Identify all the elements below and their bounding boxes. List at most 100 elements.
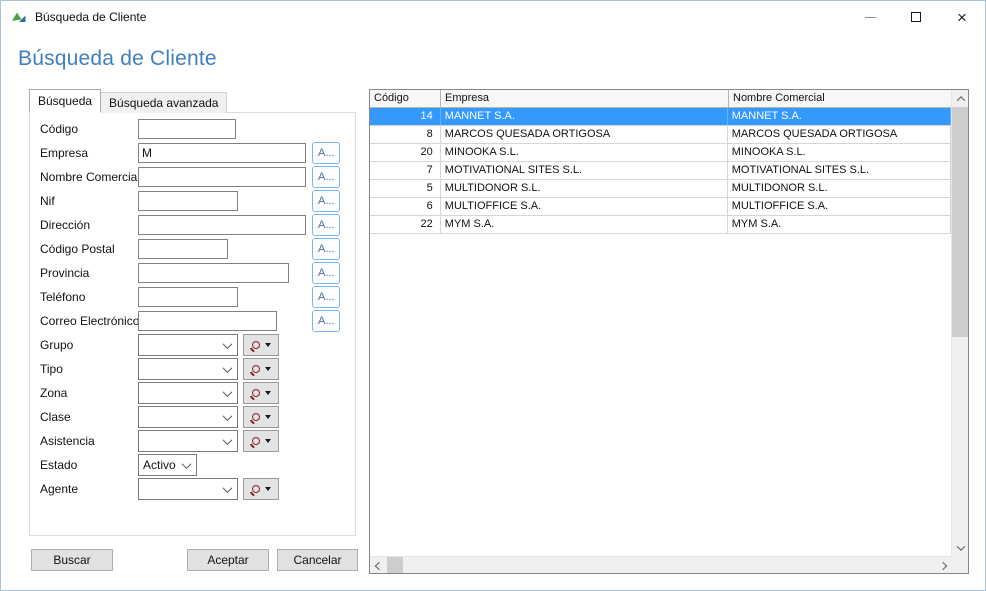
chevron-down-icon (223, 339, 233, 349)
scroll-up-button[interactable] (952, 90, 969, 107)
zona-label: Zona (40, 386, 138, 400)
cell-nombre-comercial: MULTIOFFICE S.A. (728, 198, 951, 215)
close-button[interactable]: × (939, 1, 985, 33)
maximize-icon (911, 12, 921, 22)
empresa-lookup-button[interactable]: A... (312, 142, 340, 164)
chevron-down-icon (223, 387, 233, 397)
nombre-comercial-label: Nombre Comercial (40, 170, 138, 184)
agente-combobox[interactable] (138, 478, 238, 500)
cell-codigo: 20 (370, 144, 441, 161)
page-title: Búsqueda de Cliente (18, 47, 217, 71)
provincia-lookup-button[interactable]: A... (312, 262, 340, 284)
asistencia-combobox[interactable] (138, 430, 238, 452)
tab-busqueda[interactable]: Búsqueda (29, 89, 101, 113)
codigo-label: Código (40, 122, 138, 136)
app-logo-icon (11, 9, 27, 25)
telefono-lookup-button[interactable]: A... (312, 286, 340, 308)
codigo-postal-lookup-button[interactable]: A... (312, 238, 340, 260)
title-bar: Búsqueda de Cliente × (1, 1, 985, 33)
table-row[interactable]: 22MYM S.A.MYM S.A. (370, 216, 951, 234)
form-row-codigo-postal: Código Postal A... (30, 237, 355, 261)
zona-search-split-button[interactable] (243, 382, 279, 404)
chevron-down-icon (182, 459, 192, 469)
grupo-search-split-button[interactable] (243, 334, 279, 356)
cell-codigo: 6 (370, 198, 441, 215)
agente-search-split-button[interactable] (243, 478, 279, 500)
cell-nombre-comercial: MULTIDONOR S.L. (728, 180, 951, 197)
form-row-codigo: Código (30, 117, 355, 141)
asistencia-search-split-button[interactable] (243, 430, 279, 452)
magnifier-icon (252, 413, 260, 421)
column-header-codigo[interactable]: Código (370, 90, 441, 107)
cell-empresa: MANNET S.A. (441, 108, 728, 125)
codigo-postal-input[interactable] (138, 239, 228, 259)
scroll-left-button[interactable] (370, 557, 387, 574)
codigo-postal-label: Código Postal (40, 242, 138, 256)
scroll-down-button[interactable] (952, 539, 969, 556)
cell-nombre-comercial: MINOOKA S.L. (728, 144, 951, 161)
clase-label: Clase (40, 410, 138, 424)
nombre-comercial-input[interactable] (138, 167, 306, 187)
grupo-combobox[interactable] (138, 334, 238, 356)
empresa-input[interactable] (138, 143, 306, 163)
table-row[interactable]: 7MOTIVATIONAL SITES S.L.MOTIVATIONAL SIT… (370, 162, 951, 180)
correo-electronico-lookup-button[interactable]: A... (312, 310, 340, 332)
form-row-clase: Clase (30, 405, 355, 429)
codigo-input[interactable] (138, 119, 236, 139)
telefono-input[interactable] (138, 287, 238, 307)
caret-down-icon (265, 415, 271, 419)
minimize-button[interactable] (847, 1, 893, 33)
vertical-scrollbar-thumb[interactable] (952, 107, 969, 337)
nif-input[interactable] (138, 191, 238, 211)
caret-down-icon (265, 391, 271, 395)
scroll-right-button[interactable] (934, 557, 951, 574)
form-row-provincia: ProvinciaA... (30, 261, 355, 285)
nombre-comercial-lookup-button[interactable]: A... (312, 166, 340, 188)
form-row-direccion: DirecciónA... (30, 213, 355, 237)
table-row[interactable]: 8MARCOS QUESADA ORTIGOSAMARCOS QUESADA O… (370, 126, 951, 144)
agente-label: Agente (40, 482, 138, 496)
vertical-scrollbar[interactable] (951, 90, 968, 556)
caret-down-icon (265, 487, 271, 491)
grid-body: 14MANNET S.A.MANNET S.A.8MARCOS QUESADA … (370, 108, 951, 556)
estado-combobox[interactable]: Activo (138, 454, 197, 476)
table-row[interactable]: 6MULTIOFFICE S.A.MULTIOFFICE S.A. (370, 198, 951, 216)
nif-lookup-button[interactable]: A... (312, 190, 340, 212)
zona-combobox[interactable] (138, 382, 238, 404)
tipo-search-split-button[interactable] (243, 358, 279, 380)
maximize-button[interactable] (893, 1, 939, 33)
table-row-selected[interactable]: 14MANNET S.A.MANNET S.A. (370, 108, 951, 126)
direccion-input[interactable] (138, 215, 306, 235)
correo-electronico-label: Correo Electrónico (40, 314, 138, 328)
cell-codigo: 5 (370, 180, 441, 197)
horizontal-scrollbar-thumb[interactable] (387, 557, 403, 574)
cancelar-button[interactable]: Cancelar (277, 549, 358, 571)
column-header-nombre-comercial[interactable]: Nombre Comercial (729, 90, 953, 107)
clase-search-split-button[interactable] (243, 406, 279, 428)
search-form: CódigoEmpresaA...Nombre ComercialA...Nif… (29, 112, 356, 536)
caret-down-icon (265, 439, 271, 443)
aceptar-button[interactable]: Aceptar (187, 549, 269, 571)
chevron-down-icon (223, 483, 233, 493)
cell-codigo: 14 (370, 108, 441, 125)
form-row-zona: Zona (30, 381, 355, 405)
tab-busqueda-avanzada[interactable]: Búsqueda avanzada (101, 92, 227, 113)
table-row[interactable]: 20MINOOKA S.L.MINOOKA S.L. (370, 144, 951, 162)
tab-strip: Búsqueda Búsqueda avanzada (29, 89, 227, 113)
form-row-grupo: Grupo (30, 333, 355, 357)
column-header-empresa[interactable]: Empresa (441, 90, 729, 107)
tipo-combobox[interactable] (138, 358, 238, 380)
correo-electronico-input[interactable] (138, 311, 277, 331)
chevron-down-icon (956, 542, 964, 550)
clase-combobox[interactable] (138, 406, 238, 428)
horizontal-scrollbar[interactable] (370, 556, 951, 573)
form-row-nif: NifA... (30, 189, 355, 213)
chevron-down-icon (223, 411, 233, 421)
magnifier-icon (252, 485, 260, 493)
cell-nombre-comercial: MOTIVATIONAL SITES S.L. (728, 162, 951, 179)
direccion-lookup-button[interactable]: A... (312, 214, 340, 236)
buscar-button[interactable]: Buscar (31, 549, 113, 571)
provincia-input[interactable] (138, 263, 289, 283)
table-row[interactable]: 5MULTIDONOR S.L.MULTIDONOR S.L. (370, 180, 951, 198)
telefono-label: Teléfono (40, 290, 138, 304)
